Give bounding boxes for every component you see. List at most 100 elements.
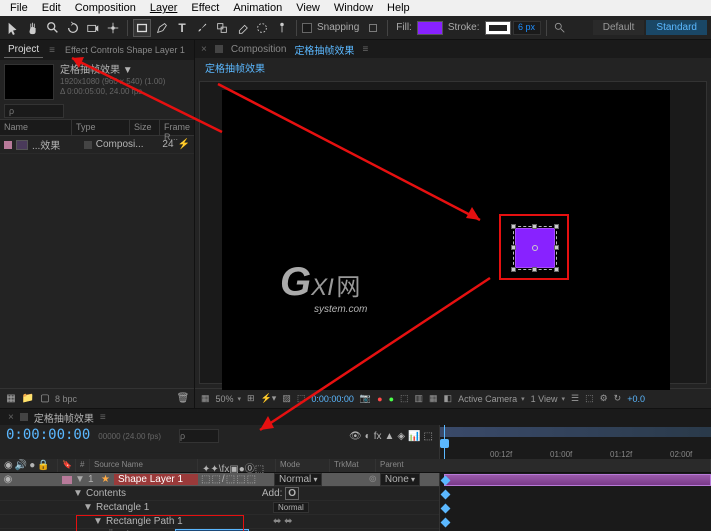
fast-preview-icon[interactable]: ⚡▾: [261, 393, 277, 404]
timeline-search-input[interactable]: [179, 429, 219, 443]
blend-mode-dropdown[interactable]: Normal ▾: [274, 473, 322, 486]
menu-help[interactable]: Help: [381, 2, 416, 14]
menu-animation[interactable]: Animation: [227, 2, 288, 14]
text-tool-icon[interactable]: T: [173, 19, 191, 37]
snapping-checkbox[interactable]: [302, 23, 312, 33]
toolbar: T Snapping Fill: Stroke: 6 px Default St…: [0, 16, 711, 40]
exposure-value[interactable]: +0.0: [627, 394, 645, 404]
col-parent[interactable]: Parent: [376, 459, 711, 472]
grid-icon[interactable]: ▦: [201, 393, 210, 404]
new-folder-icon[interactable]: 📁: [21, 392, 35, 406]
clone-tool-icon[interactable]: [213, 19, 231, 37]
menu-file[interactable]: File: [4, 2, 34, 14]
channel-r-icon[interactable]: ●: [377, 394, 382, 404]
tl-mb-icon[interactable]: ◐: [365, 431, 371, 442]
layer-name[interactable]: Shape Layer 1: [114, 474, 198, 485]
snap-opt-icon[interactable]: [364, 19, 382, 37]
anchor-tool-icon[interactable]: [104, 19, 122, 37]
timeline-tracks[interactable]: [440, 473, 711, 531]
tl-aa-icon[interactable]: ▲: [384, 431, 394, 442]
views-dropdown[interactable]: 1 View: [531, 394, 565, 404]
tab-project[interactable]: Project: [4, 42, 43, 58]
pixel-aspect-icon[interactable]: ◧: [444, 393, 453, 404]
tl-fx-icon[interactable]: fx: [374, 431, 382, 442]
menu-edit[interactable]: Edit: [36, 2, 67, 14]
timeline-ruler[interactable]: 00:12f 01:00f 01:12f 02:00f: [440, 425, 711, 459]
hand-tool-icon[interactable]: [24, 19, 42, 37]
view-opt1-icon[interactable]: ☰: [571, 393, 579, 404]
shape-layer-rect[interactable]: [515, 228, 555, 268]
tl-3d-icon[interactable]: ◈: [397, 431, 405, 442]
view-opt2-icon[interactable]: ⬚: [585, 393, 594, 404]
selection-tool-icon[interactable]: [4, 19, 22, 37]
rectangle-tool-icon[interactable]: [133, 19, 151, 37]
workspace-default[interactable]: Default: [593, 20, 645, 35]
project-row[interactable]: ...效果 Composi... 24 ⚡: [0, 136, 194, 154]
add-button[interactable]: Add: O: [262, 488, 299, 499]
layer-label-icon[interactable]: [62, 476, 72, 484]
new-comp-icon[interactable]: ▢: [38, 392, 52, 406]
workspace-standard[interactable]: Standard: [646, 20, 707, 35]
playhead[interactable]: [444, 425, 445, 459]
guides-icon[interactable]: ▥: [415, 393, 424, 404]
camera-dropdown[interactable]: Active Camera: [458, 394, 525, 404]
col-type[interactable]: Type: [72, 120, 130, 135]
trash-icon[interactable]: 🗑: [176, 392, 190, 406]
stroke-swatch[interactable]: [485, 21, 511, 35]
col-mode[interactable]: Mode: [276, 459, 330, 472]
interpret-icon[interactable]: ⚡: [178, 139, 190, 150]
roto-tool-icon[interactable]: [253, 19, 271, 37]
col-frame[interactable]: Frame R...: [160, 120, 194, 135]
puppet-tool-icon[interactable]: [273, 19, 291, 37]
tab-effect-controls[interactable]: Effect Controls Shape Layer 1: [61, 43, 189, 57]
camera-tool-icon[interactable]: [84, 19, 102, 37]
viewer-tab-compname[interactable]: 定格抽帧效果: [294, 42, 354, 57]
pen-tool-icon[interactable]: [153, 19, 171, 37]
eraser-tool-icon[interactable]: [233, 19, 251, 37]
grid-toggle-icon[interactable]: ▦: [429, 393, 438, 404]
rectangle1-row[interactable]: ▼ Rectangle 1 Normal: [0, 501, 439, 515]
search-icon[interactable]: [552, 21, 568, 35]
bpc-label[interactable]: 8 bpc: [55, 394, 77, 404]
viewer-breadcrumb[interactable]: 定格抽帧效果: [195, 58, 711, 77]
menu-composition[interactable]: Composition: [69, 2, 142, 14]
timeline-comp-tab[interactable]: 定格抽帧效果: [34, 410, 94, 425]
zoom-dropdown[interactable]: 50%: [216, 394, 242, 404]
contents-row[interactable]: ▼ Contents Add: O: [0, 487, 439, 501]
menu-view[interactable]: View: [290, 2, 326, 14]
viewer-canvas[interactable]: GXI 网 system.com: [199, 81, 707, 384]
composition-icon: [16, 140, 28, 150]
col-source[interactable]: Source Name: [90, 459, 198, 472]
brush-tool-icon[interactable]: [193, 19, 211, 37]
rectpath1-row[interactable]: ▼ Rectangle Path 1 ⬌ ⬌: [0, 515, 439, 529]
channel-g-icon[interactable]: ●: [389, 394, 394, 404]
visibility-toggle-icon[interactable]: ◉: [2, 474, 14, 485]
menu-window[interactable]: Window: [328, 2, 379, 14]
project-search-input[interactable]: [4, 104, 64, 118]
col-trkmat[interactable]: TrkMat: [330, 459, 376, 472]
viewer-timecode[interactable]: 0:00:00:00: [311, 394, 354, 404]
layer-duration-bar[interactable]: [444, 474, 711, 486]
interpret-footage-icon[interactable]: ▦: [4, 392, 18, 406]
snapshot-icon[interactable]: 📷: [360, 393, 371, 404]
stroke-width-input[interactable]: 6 px: [513, 21, 541, 35]
transparency-icon[interactable]: ▨: [282, 393, 291, 404]
parent-dropdown[interactable]: None ▾: [380, 473, 420, 486]
tl-shy-icon[interactable]: 👁: [349, 431, 362, 442]
timeline-timecode[interactable]: 0:00:00:00: [6, 427, 90, 443]
exposure-reset-icon[interactable]: ↻: [614, 393, 622, 404]
menu-effect[interactable]: Effect: [185, 2, 225, 14]
mask-icon[interactable]: ⬚: [297, 393, 306, 404]
col-size[interactable]: Size: [130, 120, 160, 135]
fill-swatch[interactable]: [417, 21, 443, 35]
layer-row[interactable]: ◉ ▼ 1 ★ Shape Layer 1 ⬚⬚/⬚⬚⬚ Normal ▾ ⊚ …: [0, 473, 439, 487]
roi-icon[interactable]: ⬚: [400, 393, 409, 404]
menu-layer[interactable]: Layer: [144, 2, 184, 14]
tl-graph-icon[interactable]: 📊: [408, 431, 420, 442]
col-name[interactable]: Name: [0, 120, 72, 135]
view-opt3-icon[interactable]: ⚙: [600, 393, 608, 404]
zoom-tool-icon[interactable]: [44, 19, 62, 37]
tl-adj-icon[interactable]: ⬚: [424, 431, 433, 442]
rotate-tool-icon[interactable]: [64, 19, 82, 37]
res-dropdown[interactable]: ⊞: [247, 393, 255, 404]
